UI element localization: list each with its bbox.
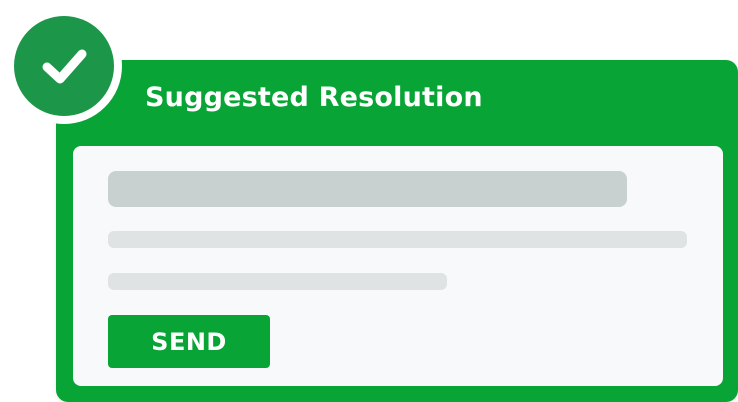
skeleton-heading-placeholder [108,171,627,207]
resolution-panel: SEND [73,146,723,386]
skeleton-text-line-short [108,273,447,290]
success-badge [6,8,122,124]
skeleton-text-line [108,231,687,248]
suggested-resolution-card: Suggested Resolution SEND [56,60,738,402]
card-title: Suggested Resolution [145,82,483,113]
check-icon [42,49,87,84]
badge-circle [14,16,114,116]
send-button[interactable]: SEND [108,315,270,368]
